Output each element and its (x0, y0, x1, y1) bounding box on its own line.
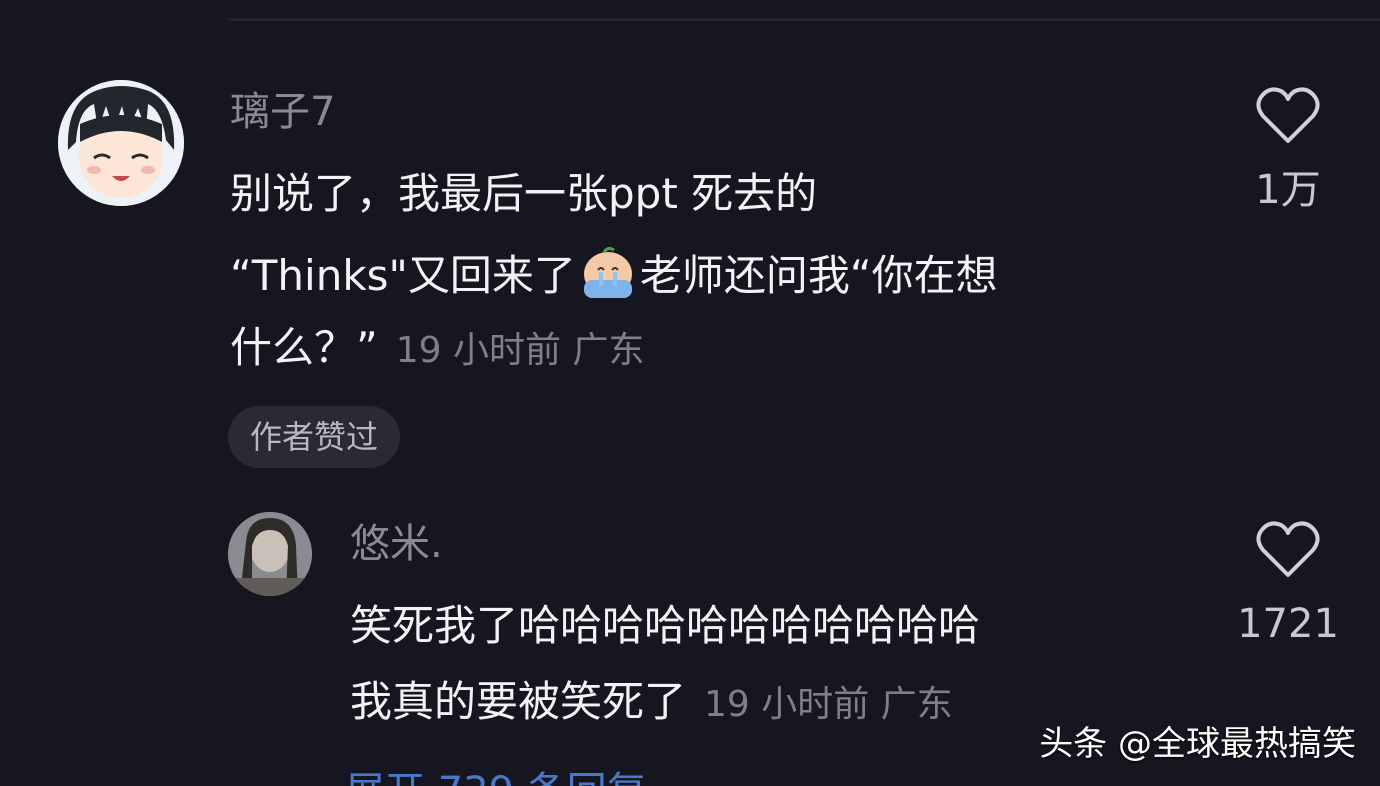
comment-text-line-3: 什么？” 19 小时前 广东 (230, 322, 645, 377)
reply-meta: 19 小时前 广东 (704, 684, 953, 725)
comment-like-count: 1万 (1255, 167, 1321, 213)
comment-like-button[interactable]: 1万 (1223, 86, 1353, 214)
reply-like-button[interactable]: 1721 (1223, 520, 1353, 648)
top-divider (228, 18, 1380, 21)
author-liked-badge: 作者赞过 (228, 406, 401, 468)
photo-avatar-icon (228, 512, 312, 596)
comment-meta: 19 小时前 广东 (396, 330, 645, 371)
comment-text-line-1: 别说了，我最后一张ppt 死去的 (230, 169, 818, 218)
comment-username[interactable]: 璃子7 (230, 88, 335, 136)
comment-text-line-3a: 什么？” (230, 323, 378, 372)
reply-time: 19 小时前 (704, 684, 870, 725)
expand-replies-link[interactable]: 展开 739 条回复 (345, 768, 647, 786)
comment-text-line-2a: “Thinks"又回来了 (230, 251, 576, 300)
reply-avatar[interactable] (228, 512, 312, 596)
avatar[interactable] (58, 80, 184, 206)
reply-username[interactable]: 悠米. (350, 520, 443, 568)
watermark: 头条 @全球最热搞笑 (1039, 724, 1356, 764)
reply-location: 广东 (880, 684, 953, 725)
reply-text-line-2a: 我真的要被笑死了 (350, 677, 687, 726)
reply-text-line-1: 笑死我了哈哈哈哈哈哈哈哈哈哈哈 (350, 601, 981, 650)
comment-text-line-2: “Thinks"又回来了 老师还问我“你在想 (230, 244, 998, 302)
reply-text-line-2: 我真的要被笑死了 19 小时前 广东 (350, 676, 953, 731)
heart-icon[interactable] (1255, 520, 1321, 580)
comment-time: 19 小时前 (395, 330, 562, 371)
comment-text-line-2b: 老师还问我“你在想 (639, 251, 998, 300)
comment-location: 广东 (572, 330, 645, 371)
anime-avatar-icon (58, 80, 184, 206)
comment-screen: 璃子7 别说了，我最后一张ppt 死去的 “Thinks"又回来了 老师还问我“… (0, 0, 1380, 786)
reply-like-count: 1721 (1237, 601, 1339, 647)
heart-icon[interactable] (1255, 86, 1321, 146)
crying-face-emoji-icon (580, 244, 636, 300)
